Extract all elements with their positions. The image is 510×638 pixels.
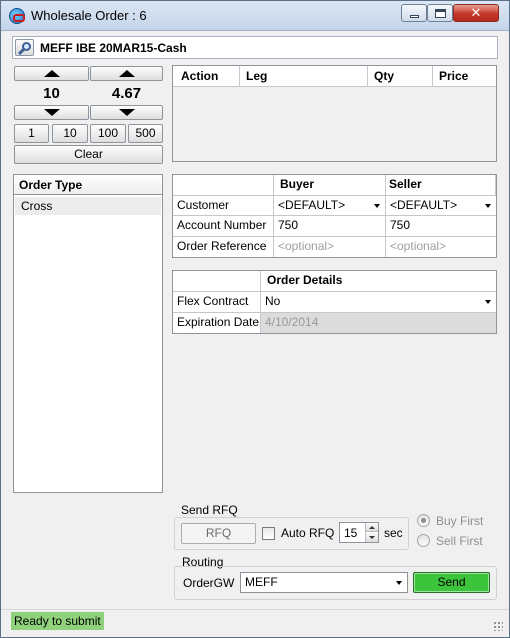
arrow-down-icon (118, 109, 135, 116)
wholesale-order-window: Wholesale Order : 6 ✕ MEFF IBE 20MAR15-C… (0, 0, 510, 638)
quick-qty-500-button[interactable]: 500 (128, 124, 163, 143)
sell-first-label: Sell First (436, 534, 483, 548)
order-type-header: Order Type (14, 175, 162, 195)
flex-contract-select[interactable]: No (261, 292, 496, 313)
buy-first-radio[interactable] (417, 514, 430, 527)
legs-table: Action Leg Qty Price (172, 65, 497, 162)
price-down-button[interactable] (90, 105, 163, 120)
order-details-grid: Order Details Flex Contract No Expiratio… (172, 270, 497, 334)
order-reference-label: Order Reference (173, 237, 274, 257)
auto-rfq-label: Auto RFQ (281, 526, 335, 540)
price-up-button[interactable] (90, 66, 163, 81)
maximize-button[interactable] (427, 4, 453, 22)
seller-reference-input[interactable]: <optional> (386, 237, 496, 257)
seller-customer-value: <DEFAULT> (390, 198, 458, 212)
buyer-account-input[interactable]: 750 (274, 216, 386, 237)
seconds-unit-label: sec (384, 526, 403, 540)
close-icon: ✕ (470, 5, 482, 21)
order-type-item-cross[interactable]: Cross (15, 197, 161, 215)
minimize-button[interactable] (401, 4, 427, 22)
legs-table-header: Action Leg Qty Price (173, 66, 496, 87)
expiration-date-input: 4/10/2014 (261, 313, 496, 333)
rfq-seconds-stepper[interactable]: 15 (339, 522, 379, 543)
flex-contract-value: No (265, 294, 281, 308)
instrument-search-button[interactable] (15, 39, 34, 56)
send-button[interactable]: Send (413, 572, 490, 593)
title-bar[interactable]: Wholesale Order : 6 ✕ (1, 1, 509, 31)
order-gateway-value: MEFF (245, 575, 278, 589)
status-bar: Ready to submit (1, 609, 509, 637)
buyer-header: Buyer (274, 175, 386, 196)
buyer-customer-select[interactable]: <DEFAULT> (274, 196, 386, 216)
dropdown-arrow-icon (374, 204, 380, 208)
parties-grid: Buyer Seller Customer <DEFAULT> <DEFAULT… (172, 174, 497, 258)
instrument-field[interactable]: MEFF IBE 20MAR15-Cash (12, 36, 498, 59)
buyer-customer-value: <DEFAULT> (278, 198, 346, 212)
app-icon (9, 8, 25, 24)
seller-header: Seller (386, 175, 496, 196)
flex-contract-label: Flex Contract (173, 292, 261, 313)
status-message: Ready to submit (11, 612, 104, 630)
dropdown-arrow-icon (396, 581, 402, 585)
expiration-date-label: Expiration Date (173, 313, 261, 333)
arrow-up-icon (369, 525, 375, 529)
quick-qty-1-button[interactable]: 1 (14, 124, 49, 143)
column-action[interactable]: Action (181, 69, 218, 83)
minimize-icon (409, 14, 419, 18)
arrow-down-icon (43, 109, 60, 116)
auto-rfq-checkbox[interactable] (262, 527, 275, 540)
seller-account-input[interactable]: 750 (386, 216, 496, 237)
column-price[interactable]: Price (439, 69, 468, 83)
rfq-seconds-value: 15 (344, 526, 358, 540)
quantity-up-button[interactable] (14, 66, 89, 81)
close-button[interactable]: ✕ (453, 4, 499, 22)
customer-label: Customer (173, 196, 274, 216)
seconds-down-button[interactable] (366, 533, 378, 542)
maximize-icon (434, 8, 446, 18)
seller-customer-select[interactable]: <DEFAULT> (386, 196, 496, 216)
arrow-up-icon (118, 70, 135, 77)
dropdown-arrow-icon (485, 300, 491, 304)
order-gateway-label: OrderGW (183, 576, 235, 590)
order-gateway-select[interactable]: MEFF (240, 572, 408, 593)
column-leg[interactable]: Leg (246, 69, 267, 83)
window-title: Wholesale Order : 6 (31, 8, 147, 23)
arrow-down-icon (369, 536, 375, 539)
sell-first-radio[interactable] (417, 534, 430, 547)
order-type-panel: Order Type Cross (13, 174, 163, 493)
buyer-reference-input[interactable]: <optional> (274, 237, 386, 257)
buy-first-label: Buy First (436, 514, 484, 528)
instrument-name: MEFF IBE 20MAR15-Cash (40, 41, 187, 55)
seconds-up-button[interactable] (366, 523, 378, 532)
dropdown-arrow-icon (485, 204, 491, 208)
quick-qty-100-button[interactable]: 100 (90, 124, 126, 143)
order-details-header: Order Details (261, 271, 496, 292)
account-number-label: Account Number (173, 216, 274, 237)
order-details-corner (173, 271, 261, 292)
quantity-value[interactable]: 10 (14, 85, 89, 102)
rfq-button[interactable]: RFQ (181, 523, 256, 544)
clear-button[interactable]: Clear (14, 145, 163, 164)
arrow-up-icon (43, 70, 60, 77)
resize-grip-icon[interactable] (493, 621, 503, 631)
quantity-down-button[interactable] (14, 105, 89, 120)
column-qty[interactable]: Qty (374, 69, 394, 83)
parties-corner (173, 175, 274, 196)
send-rfq-group-label: Send RFQ (181, 503, 238, 517)
price-value[interactable]: 4.67 (90, 85, 163, 102)
quick-qty-10-button[interactable]: 10 (52, 124, 88, 143)
